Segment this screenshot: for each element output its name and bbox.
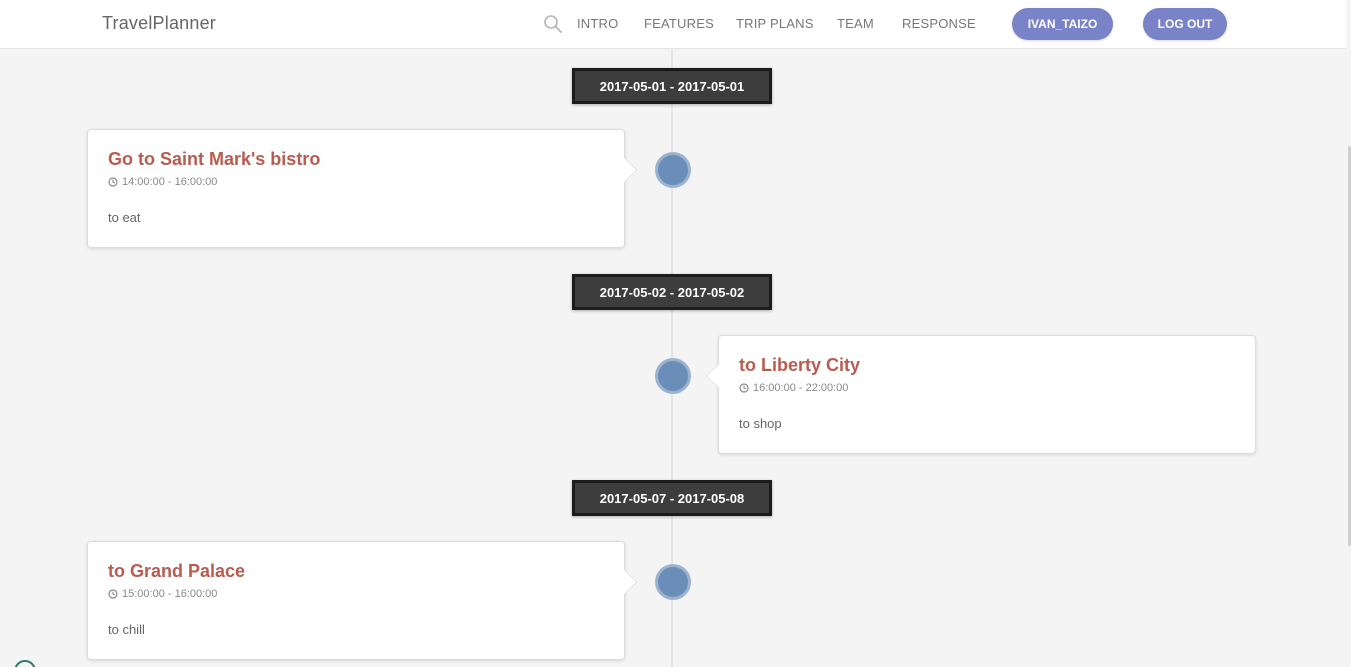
event-card[interactable]: Go to Saint Mark's bistro 14:00:00 - 16:…	[87, 129, 625, 248]
timeline-dot	[655, 358, 691, 394]
event-time-row: 15:00:00 - 16:00:00	[108, 588, 604, 600]
event-card[interactable]: to Grand Palace 15:00:00 - 16:00:00 to c…	[87, 541, 625, 660]
event-card[interactable]: to Liberty City 16:00:00 - 22:00:00 to s…	[718, 335, 1256, 454]
event-title: to Liberty City	[739, 355, 861, 375]
event-time-row: 14:00:00 - 16:00:00	[108, 176, 604, 188]
clock-icon	[108, 589, 118, 599]
clock-icon	[739, 383, 749, 393]
event-time: 16:00:00 - 22:00:00	[753, 382, 849, 394]
timeline-dot	[655, 152, 691, 188]
event-title: to Grand Palace	[108, 561, 246, 581]
user-button[interactable]: IVAN_TAIZO	[1012, 8, 1113, 40]
event-title: Go to Saint Mark's bistro	[108, 149, 321, 169]
event-time: 14:00:00 - 16:00:00	[122, 176, 218, 188]
event-time-row: 16:00:00 - 22:00:00	[739, 382, 1235, 394]
date-range-label: 2017-05-02 - 2017-05-02	[572, 274, 772, 310]
date-range-label: 2017-05-01 - 2017-05-01	[572, 68, 772, 104]
event-time: 15:00:00 - 16:00:00	[122, 588, 218, 600]
event-description: to shop	[739, 416, 782, 431]
nav-link-team[interactable]: TEAM	[837, 16, 874, 31]
logout-button[interactable]: LOG OUT	[1143, 8, 1227, 40]
clock-icon	[108, 177, 118, 187]
nav-link-response[interactable]: RESPONSE	[902, 16, 976, 31]
top-navbar: TravelPlanner INTRO FEATURES TRIP PLANS …	[0, 0, 1346, 49]
floating-action-icon[interactable]	[14, 660, 36, 667]
search-icon[interactable]	[543, 14, 563, 34]
event-description: to chill	[108, 622, 145, 637]
event-description: to eat	[108, 210, 141, 225]
timeline-dot	[655, 564, 691, 600]
nav-link-trip-plans[interactable]: TRIP PLANS	[736, 16, 814, 31]
nav-link-intro[interactable]: INTRO	[577, 16, 618, 31]
brand-logo[interactable]: TravelPlanner	[102, 13, 216, 34]
date-range-label: 2017-05-07 - 2017-05-08	[572, 480, 772, 516]
nav-link-features[interactable]: FEATURES	[644, 16, 714, 31]
